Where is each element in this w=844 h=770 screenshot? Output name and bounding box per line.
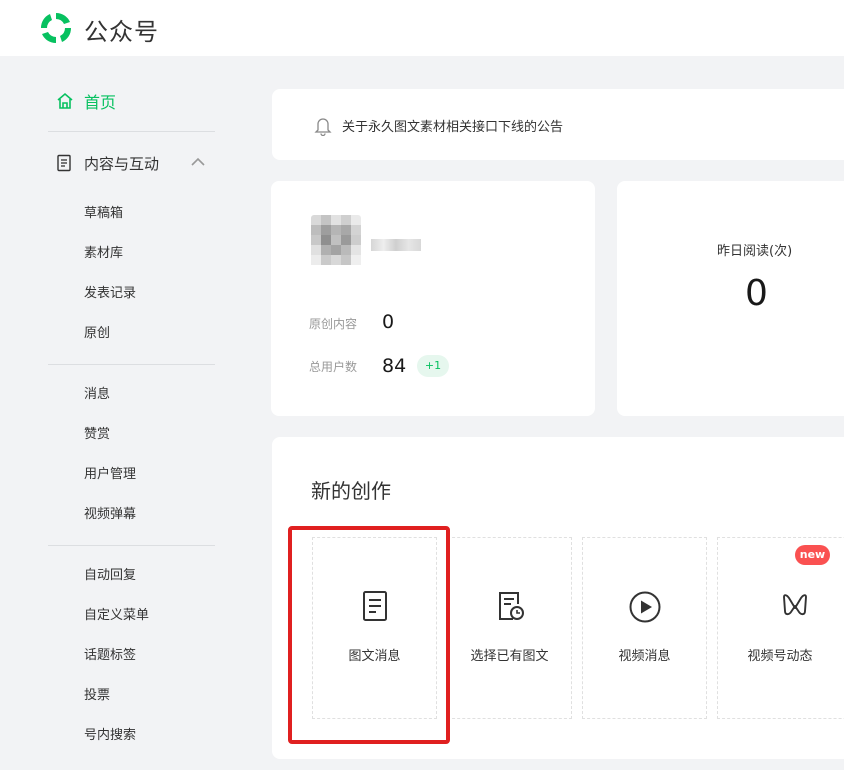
sidebar-item-auto-reply[interactable]: 自动回复 bbox=[84, 566, 136, 586]
sidebar: 首页 内容与互动 草稿箱 素材库 发表记录 原创 消息 赞赏 用户管理 视频弹幕… bbox=[0, 56, 250, 770]
tile-video-message[interactable]: 视频消息 bbox=[582, 537, 707, 719]
sidebar-item-home[interactable]: 首页 bbox=[56, 90, 116, 112]
total-users-value: 84 bbox=[382, 355, 407, 377]
sidebar-item-rewards[interactable]: 赞赏 bbox=[84, 425, 110, 445]
total-users-label: 总用户数 bbox=[309, 360, 358, 374]
bell-icon bbox=[314, 118, 332, 136]
sidebar-item-drafts[interactable]: 草稿箱 bbox=[84, 204, 123, 224]
wechat-mp-logo-icon[interactable] bbox=[38, 10, 74, 46]
yesterday-reads-card: 昨日阅读(次) 0 bbox=[617, 181, 844, 416]
original-content-value: 0 bbox=[382, 311, 395, 333]
sidebar-group-label: 内容与互动 bbox=[84, 154, 160, 173]
document-icon bbox=[57, 154, 71, 172]
home-icon bbox=[57, 92, 73, 109]
sidebar-item-custom-menu[interactable]: 自定义菜单 bbox=[84, 606, 149, 626]
account-name-blurred bbox=[371, 239, 421, 251]
account-profile-card: 原创内容 0 总用户数 84 +1 bbox=[271, 181, 595, 416]
sidebar-item-in-account-search[interactable]: 号内搜索 bbox=[84, 726, 136, 746]
brand-title: 公众号 bbox=[84, 18, 159, 46]
section-title: 新的创作 bbox=[311, 479, 391, 503]
yesterday-reads-label: 昨日阅读(次) bbox=[717, 244, 793, 259]
sidebar-item-label: 首页 bbox=[84, 93, 117, 112]
tile-label: 视频号动态 bbox=[747, 649, 813, 664]
sidebar-group-content[interactable]: 内容与互动 bbox=[56, 151, 216, 175]
yesterday-reads-value: 0 bbox=[745, 273, 768, 314]
sidebar-item-votes[interactable]: 投票 bbox=[84, 686, 110, 706]
play-circle-icon bbox=[629, 591, 660, 623]
new-badge: new bbox=[795, 545, 830, 565]
users-delta-badge: +1 bbox=[417, 355, 449, 377]
divider bbox=[48, 364, 215, 365]
divider bbox=[48, 131, 215, 132]
article-history-icon bbox=[498, 592, 524, 620]
sidebar-item-topic-tags[interactable]: 话题标签 bbox=[84, 646, 136, 666]
notice-card[interactable]: 关于永久图文素材相关接口下线的公告 bbox=[272, 89, 844, 160]
sidebar-item-user-management[interactable]: 用户管理 bbox=[84, 465, 136, 485]
notice-text[interactable]: 关于永久图文素材相关接口下线的公告 bbox=[342, 116, 563, 135]
original-content-label: 原创内容 bbox=[309, 317, 358, 331]
tile-label: 视频消息 bbox=[618, 649, 671, 664]
channels-butterfly-icon bbox=[783, 594, 807, 616]
top-bar: 公众号 bbox=[0, 0, 844, 56]
sidebar-item-original[interactable]: 原创 bbox=[84, 324, 110, 344]
sidebar-item-publish-records[interactable]: 发表记录 bbox=[84, 284, 136, 304]
sidebar-item-video-danmaku[interactable]: 视频弹幕 bbox=[84, 505, 136, 525]
chevron-up-icon[interactable] bbox=[190, 156, 206, 168]
sidebar-item-materials[interactable]: 素材库 bbox=[84, 244, 123, 264]
sidebar-item-messages[interactable]: 消息 bbox=[84, 385, 110, 405]
divider bbox=[48, 545, 215, 546]
avatar[interactable] bbox=[311, 215, 361, 269]
tile-label: 选择已有图文 bbox=[470, 649, 549, 664]
tile-select-existing-article[interactable]: 选择已有图文 bbox=[447, 537, 572, 719]
tile-channels-post[interactable]: 视频号动态 bbox=[717, 537, 844, 719]
highlight-box bbox=[288, 526, 450, 744]
